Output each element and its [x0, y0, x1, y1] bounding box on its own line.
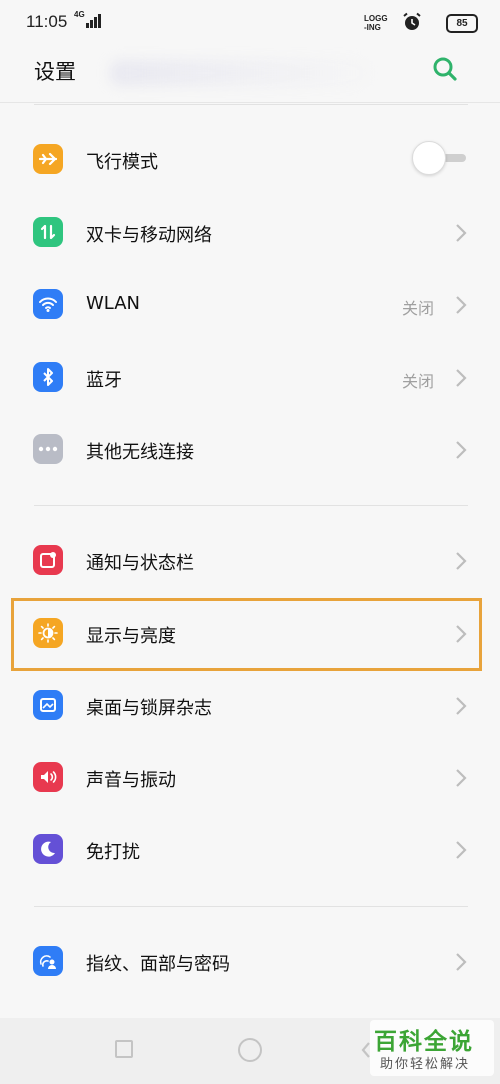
header: 设置	[0, 46, 500, 102]
settings-item-label: 通知与状态栏	[86, 553, 194, 574]
bluetooth-status: 关闭	[401, 372, 434, 391]
settings-item-label: 飞行模式	[86, 152, 158, 173]
recent-apps-button[interactable]	[115, 1040, 133, 1058]
settings-item-wallpaper-lockscreen[interactable]: 桌面与锁屏杂志	[0, 670, 500, 742]
chevron-right-icon	[456, 441, 467, 459]
search-button[interactable]	[430, 54, 460, 84]
chevron-right-icon	[456, 369, 467, 387]
page-title: 设置	[34, 60, 76, 84]
status-time: 11:05	[26, 12, 68, 31]
settings-item-dual-sim[interactable]: 双卡与移动网络	[0, 197, 500, 269]
network-type: 4G	[74, 10, 85, 19]
settings-item-notifications[interactable]: 通知与状态栏	[0, 525, 500, 597]
settings-item-bluetooth[interactable]: 蓝牙 关闭	[0, 342, 500, 414]
settings-item-airplane-mode[interactable]: 飞行模式	[0, 124, 500, 196]
settings-item-label: 免打扰	[86, 842, 140, 863]
alarm-icon	[403, 12, 421, 30]
settings-item-label: WLAN	[86, 293, 141, 314]
settings-item-label: 双卡与移动网络	[86, 225, 212, 246]
settings-item-label: 其他无线连接	[86, 442, 194, 463]
watermark-logo: 百科全说 助你轻松解决	[370, 1020, 494, 1076]
airplane-mode-toggle[interactable]	[412, 140, 468, 176]
settings-item-label: 指纹、面部与密码	[86, 954, 230, 975]
blurred-region	[110, 60, 370, 86]
chevron-right-icon	[456, 769, 467, 787]
settings-item-fingerprint-face-password[interactable]: 指纹、面部与密码	[0, 926, 500, 998]
home-button[interactable]	[238, 1038, 262, 1062]
settings-item-label: 蓝牙	[86, 370, 122, 391]
watermark-title: 百科全说	[374, 1029, 474, 1055]
battery-indicator: 85	[446, 14, 478, 33]
wallpaper-icon	[33, 690, 63, 720]
signal-icon	[86, 14, 102, 28]
settings-item-label: 声音与振动	[86, 770, 176, 791]
notification-icon	[33, 545, 63, 575]
settings-item-do-not-disturb[interactable]: 免打扰	[0, 814, 500, 886]
wifi-icon	[33, 289, 63, 319]
chevron-right-icon	[456, 296, 467, 314]
section-divider	[34, 906, 468, 907]
chevron-right-icon	[456, 841, 467, 859]
fingerprint-face-icon	[33, 946, 63, 976]
chevron-right-icon	[456, 697, 467, 715]
sound-icon	[33, 762, 63, 792]
more-connections-icon	[33, 434, 63, 464]
settings-item-wlan[interactable]: WLAN 关闭	[0, 269, 500, 341]
highlight-box	[11, 598, 482, 671]
search-icon	[433, 57, 457, 81]
section-divider	[34, 505, 468, 506]
settings-item-label: 桌面与锁屏杂志	[86, 698, 212, 719]
chevron-right-icon	[456, 953, 467, 971]
bluetooth-icon	[33, 362, 63, 392]
chevron-right-icon	[456, 224, 467, 242]
settings-item-other-wireless[interactable]: 其他无线连接	[0, 414, 500, 486]
watermark-subtitle: 助你轻松解决	[380, 1057, 471, 1072]
section-divider	[34, 104, 468, 105]
settings-item-sound-vibration[interactable]: 声音与振动	[0, 742, 500, 814]
mobile-data-icon	[33, 217, 63, 247]
header-divider	[0, 102, 500, 103]
moon-icon	[33, 834, 63, 864]
chevron-right-icon	[456, 552, 467, 570]
status-bar: 11:05 4G LOGG -ING 85	[0, 0, 500, 46]
logging-indicator: LOGG -ING	[364, 14, 388, 32]
airplane-icon	[33, 144, 63, 174]
wlan-status: 关闭	[401, 299, 434, 318]
